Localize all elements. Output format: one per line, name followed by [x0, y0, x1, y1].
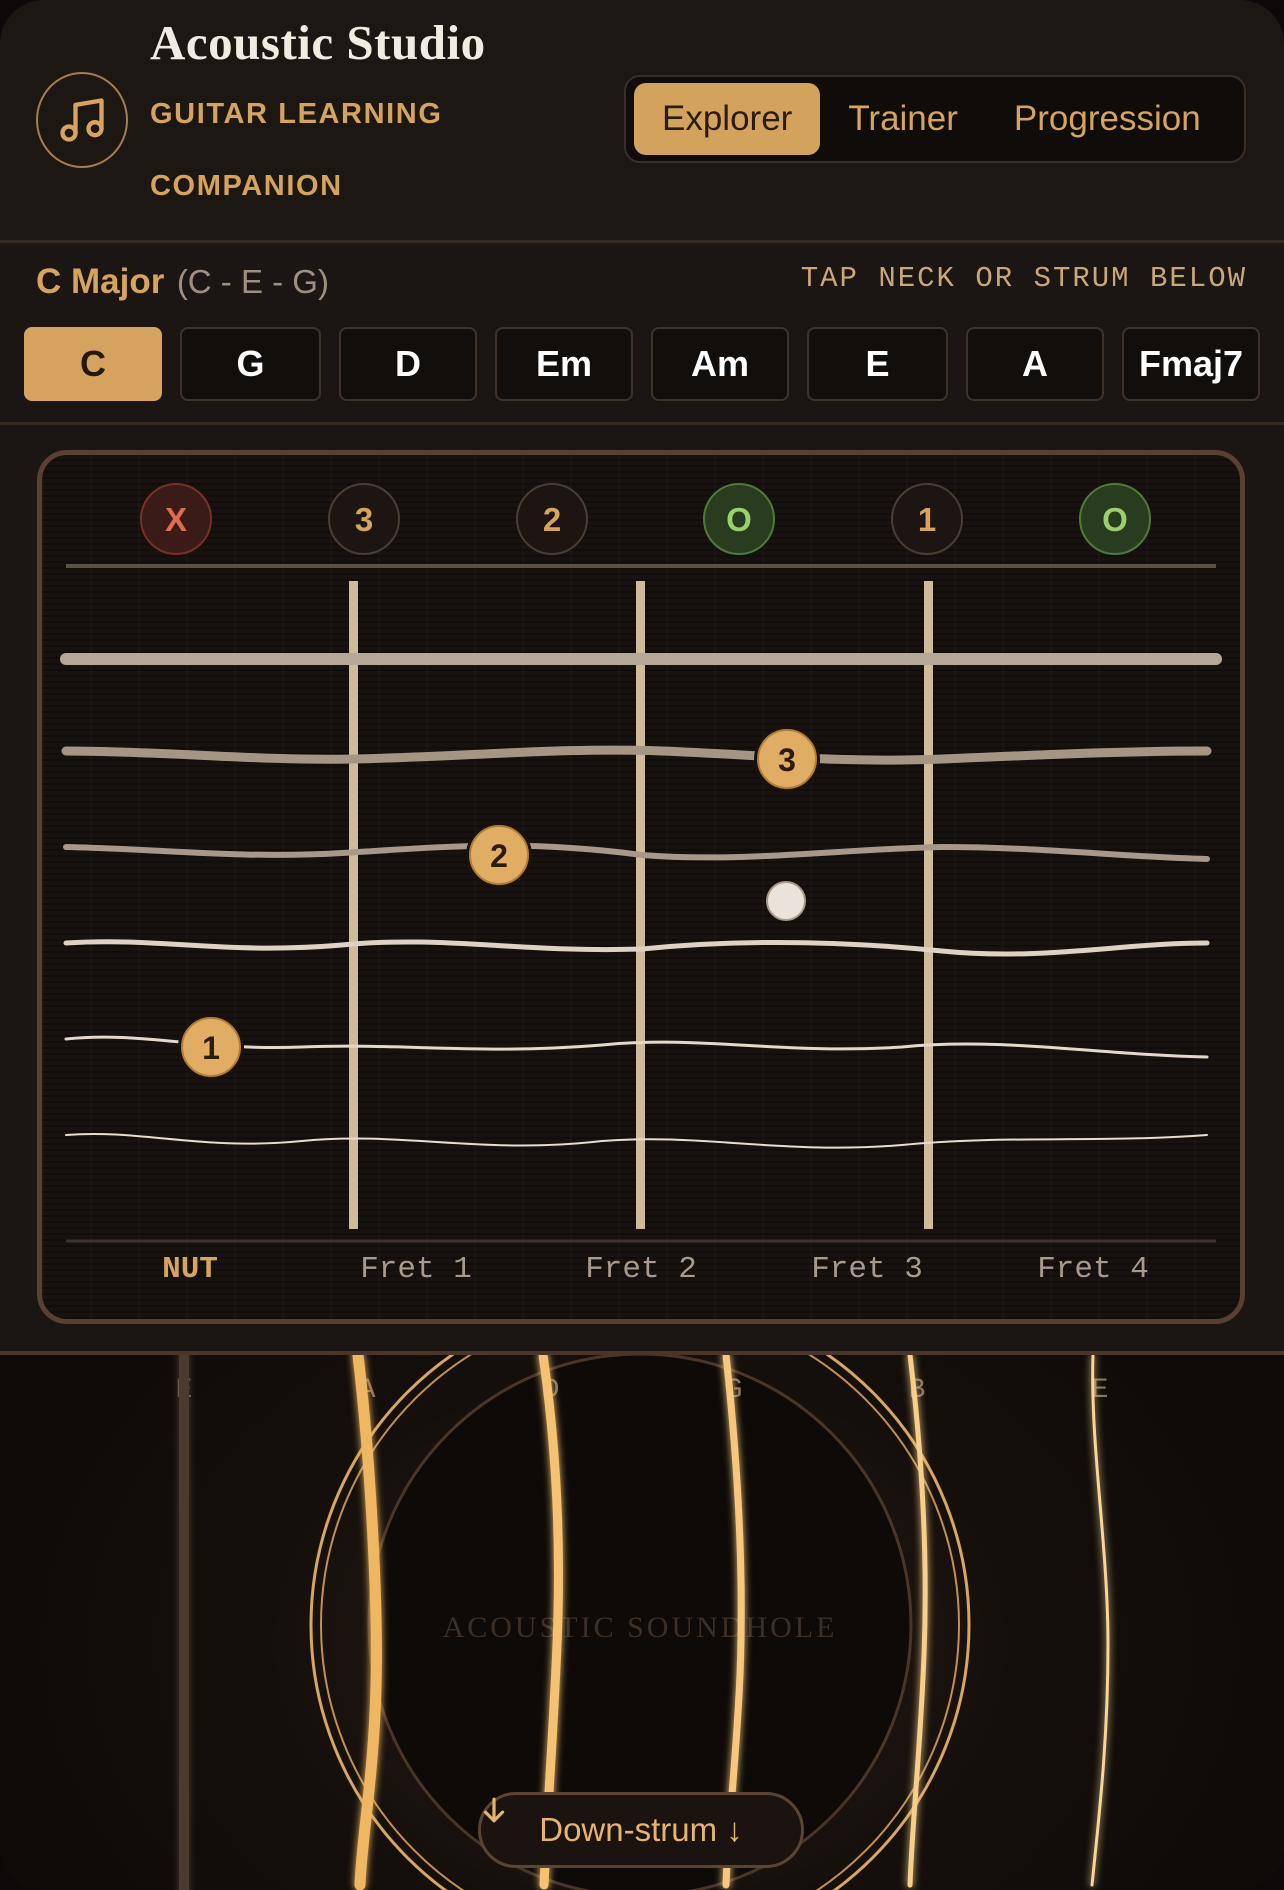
hint-text: TAP NECK OR STRUM BELOW: [800, 262, 1247, 295]
soundhole-label: ACOUSTIC SOUNDHOLE: [443, 1611, 838, 1644]
fretboard-graphic: X 3 2 O 1 O 3 2 1 NUT Fret 1 Fret 2 Fret…: [60, 483, 1222, 1287]
fret-label-4: Fret 4: [1037, 1252, 1149, 1287]
fret-wire: [924, 581, 933, 1229]
chord-name: C Major: [36, 262, 165, 301]
fret-label-1: Fret 1: [360, 1252, 472, 1287]
chord-button-em[interactable]: Em: [495, 327, 633, 401]
fret-label-3: Fret 3: [811, 1252, 923, 1287]
mode-tabs: Explorer Trainer Progression: [624, 75, 1246, 163]
svg-text:3: 3: [778, 742, 796, 778]
chord-button-e[interactable]: E: [807, 327, 948, 401]
app-window: Acoustic Studio GUITAR LEARNING COMPANIO…: [0, 0, 1284, 1890]
fret-wire: [349, 581, 358, 1229]
svg-text:X: X: [165, 501, 187, 538]
string-status-fret[interactable]: 1: [891, 483, 963, 555]
tab-progression[interactable]: Progression: [986, 83, 1229, 155]
svg-text:3: 3: [355, 501, 373, 538]
finger-dot[interactable]: 3: [754, 726, 820, 792]
string-status-row: X 3 2 O 1 O: [140, 483, 1151, 555]
fretboard[interactable]: X 3 2 O 1 O 3 2 1 NUT Fret 1 Fret 2 Fret…: [37, 450, 1245, 1324]
chord-heading: C Major (C - E - G): [36, 262, 329, 302]
chord-button-fmaj7[interactable]: Fmaj7: [1122, 327, 1260, 401]
down-strum-button[interactable]: Down-strum ↓: [478, 1792, 804, 1868]
svg-text:2: 2: [490, 838, 508, 874]
arrow-down-icon: [483, 1797, 505, 1823]
chord-notes: (C - E - G): [176, 263, 329, 300]
finger-dot[interactable]: 2: [466, 822, 532, 888]
chord-button-g[interactable]: G: [180, 327, 321, 401]
app-subtitle: GUITAR LEARNING COMPANION: [150, 98, 443, 202]
svg-text:O: O: [726, 501, 752, 538]
music-note-icon: [36, 72, 128, 168]
svg-text:2: 2: [543, 501, 561, 538]
tab-explorer[interactable]: Explorer: [634, 83, 821, 155]
svg-text:1: 1: [918, 501, 936, 538]
chord-button-d[interactable]: D: [339, 327, 477, 401]
svg-text:1: 1: [202, 1030, 220, 1066]
chord-button-am[interactable]: Am: [651, 327, 789, 401]
string-status-open[interactable]: O: [703, 483, 775, 555]
down-strum-label: Down-strum ↓: [539, 1811, 743, 1848]
fret-marker-inlay: [766, 881, 806, 921]
string-status-muted[interactable]: X: [140, 483, 212, 555]
svg-text:O: O: [1102, 501, 1128, 538]
finger-dot[interactable]: 1: [178, 1014, 244, 1080]
string-status-fret[interactable]: 2: [516, 483, 588, 555]
header: Acoustic Studio GUITAR LEARNING COMPANIO…: [0, 0, 1284, 243]
string-status-fret[interactable]: 3: [328, 483, 400, 555]
chord-button-c[interactable]: C: [24, 327, 162, 401]
string-status-open[interactable]: O: [1079, 483, 1151, 555]
tab-trainer[interactable]: Trainer: [820, 83, 986, 155]
strum-string-high-e[interactable]: [1090, 1355, 1110, 1887]
chord-selector: C G D Em Am E A Fmaj7: [24, 327, 1260, 405]
fret-label-2: Fret 2: [585, 1252, 697, 1287]
strum-string-a[interactable]: [352, 1355, 382, 1890]
app-title: Acoustic Studio: [150, 15, 486, 70]
chord-button-a[interactable]: A: [966, 327, 1104, 401]
strum-area[interactable]: ACOUSTIC SOUNDHOLE E A D G B E Down-stru…: [0, 1351, 1284, 1890]
divider: [0, 422, 1284, 425]
fret-wire: [636, 581, 645, 1229]
fret-label-nut: NUT: [162, 1252, 218, 1287]
